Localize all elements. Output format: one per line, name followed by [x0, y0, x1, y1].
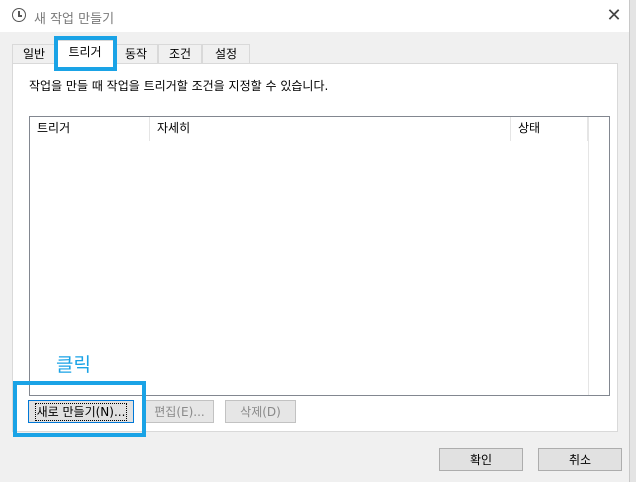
delete-trigger-button[interactable]: 삭제(D)	[225, 400, 296, 423]
tab-conditions[interactable]: 조건	[158, 44, 202, 63]
new-trigger-label: 새로 만들기(N)...	[34, 403, 128, 421]
list-divider	[588, 117, 589, 395]
title-bar: 새 작업 만들기 ✕	[0, 0, 629, 32]
tab-actions[interactable]: 동작	[114, 44, 158, 63]
window-title: 새 작업 만들기	[34, 12, 115, 27]
tab-triggers[interactable]: 트리거	[56, 40, 114, 64]
column-header-trigger[interactable]: 트리거	[30, 117, 150, 141]
triggers-panel: 작업을 만들 때 작업을 트리거할 조건을 지정할 수 있습니다. 트리거 자세…	[12, 63, 618, 432]
trigger-list[interactable]: 트리거 자세히 상태	[29, 116, 610, 396]
close-button[interactable]: ✕	[600, 2, 628, 30]
ok-button[interactable]: 확인	[439, 448, 523, 471]
clock-icon	[12, 8, 26, 22]
task-create-dialog: 새 작업 만들기 ✕ 일반 트리거 동작 조건 설정 작업을 만들 때 작업을 …	[0, 0, 630, 482]
tab-settings[interactable]: 설정	[202, 44, 250, 63]
tab-general[interactable]: 일반	[12, 44, 56, 63]
edit-trigger-button[interactable]: 편집(E)...	[145, 400, 214, 423]
background-strip	[630, 0, 636, 482]
column-header-status[interactable]: 상태	[511, 117, 588, 141]
click-annotation: 클릭	[56, 354, 91, 376]
column-header-details[interactable]: 자세히	[150, 117, 511, 141]
new-trigger-button[interactable]: 새로 만들기(N)...	[28, 400, 134, 423]
cancel-button[interactable]: 취소	[538, 448, 622, 471]
panel-description: 작업을 만들 때 작업을 트리거할 조건을 지정할 수 있습니다.	[29, 79, 329, 93]
